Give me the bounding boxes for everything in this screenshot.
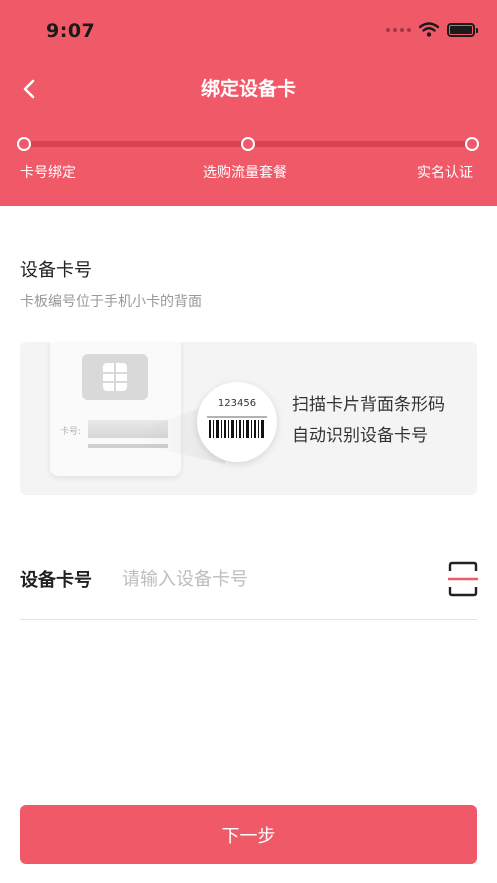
page-title: 绑定设备卡 [200,78,296,100]
step-dot-2 [241,137,255,151]
wifi-icon [419,22,439,37]
card-number-row: 设备卡号 [20,556,479,620]
sim-card-label: 卡号: [60,427,82,437]
step-label-real-name: 实名认证 [417,165,473,181]
scan-instruction-line2: 自动识别设备卡号 [292,426,428,446]
step-label-card-binding: 卡号绑定 [20,165,76,181]
barcode-icon [207,416,267,438]
step-dot-3 [465,137,479,151]
scan-icon [448,561,478,597]
signal-icon [386,27,411,32]
section-title: 设备卡号 [20,260,92,281]
scan-button[interactable] [447,560,479,598]
status-time: 9:07 [46,20,96,42]
sim-chip-icon [82,354,148,400]
step-label-data-plan: 选购流量套餐 [203,165,287,181]
section-hint: 卡板编号位于手机小卡的背面 [20,294,202,310]
scan-instructions: 扫描卡片背面条形码 自动识别设备卡号 [292,390,445,452]
card-number-label: 设备卡号 [20,570,92,591]
next-step-button[interactable]: 下一步 [20,805,477,864]
app-header: 9:07 绑定设备卡 卡号绑定 选购流量套餐 实名认证 [0,0,497,206]
scan-instruction-line1: 扫描卡片背面条形码 [292,395,445,415]
barcode-magnifier: 123456 [197,382,277,462]
scan-illustration: 卡号: 123456 扫描卡片背面条形码 自动识别设备卡号 [20,342,477,495]
card-number-input[interactable] [122,564,422,594]
step-dot-1 [17,137,31,151]
status-icons [386,22,478,37]
sim-card-image: 卡号: [50,342,181,476]
battery-icon [447,22,478,37]
barcode-number: 123456 [217,398,257,409]
